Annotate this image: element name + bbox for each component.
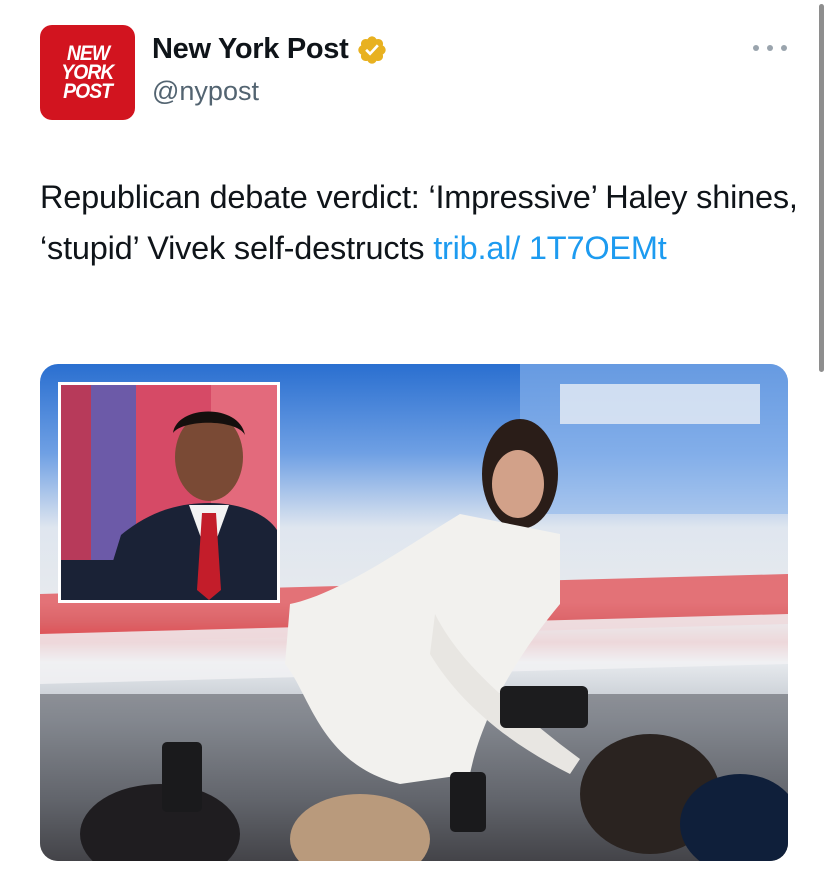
scrollbar[interactable] — [819, 4, 824, 372]
display-name[interactable]: New York Post — [152, 33, 349, 66]
more-dot — [753, 45, 759, 51]
avatar[interactable]: NEW YORK POST — [40, 25, 135, 120]
tweet-body: Republican debate verdict: ‘Impressive’ … — [40, 179, 798, 266]
handle[interactable]: @nypost — [152, 76, 259, 107]
inset-photo-image — [61, 385, 277, 600]
tweet-photo[interactable] — [40, 364, 788, 861]
more-dot — [781, 45, 787, 51]
more-options-icon[interactable] — [753, 36, 787, 60]
more-dot — [767, 45, 773, 51]
verified-badge-icon — [358, 35, 387, 64]
tweet-link[interactable]: trib.al/ 1T7OEMt — [433, 230, 667, 266]
inset-photo — [58, 382, 280, 603]
tweet-text: Republican debate verdict: ‘Impressive’ … — [40, 172, 800, 274]
avatar-text-line-3: POST — [63, 80, 113, 103]
author-name-row: New York Post — [152, 33, 388, 66]
